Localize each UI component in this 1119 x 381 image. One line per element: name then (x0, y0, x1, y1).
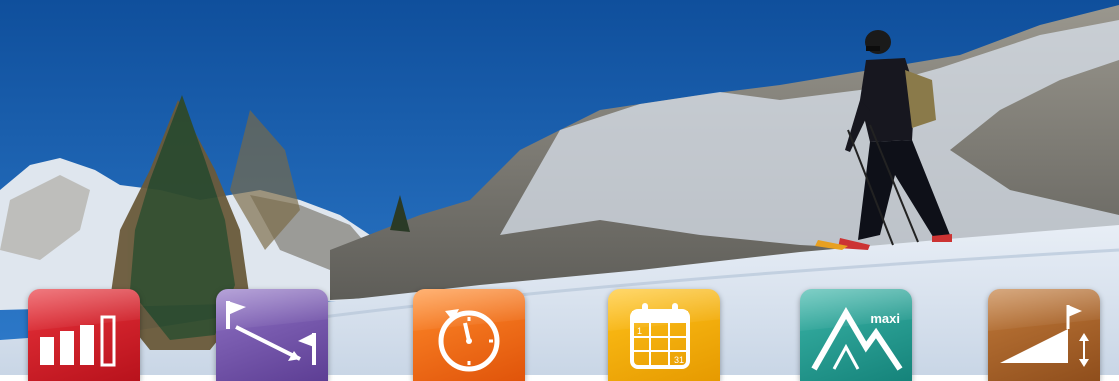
season-tile[interactable]: 1 31 (608, 289, 720, 381)
elevation-gain-icon (1000, 305, 1089, 367)
stopwatch-icon (438, 309, 500, 372)
calendar-day-first: 1 (637, 326, 642, 336)
elevation-gain-tile[interactable] (988, 289, 1100, 381)
altitude-tile[interactable]: maxi (800, 289, 912, 381)
duration-tile[interactable] (413, 289, 525, 381)
calendar-day-last: 31 (674, 355, 684, 365)
bar-chart-icon (40, 315, 116, 367)
mountain-icon (811, 307, 903, 371)
difficulty-tile[interactable] (28, 289, 140, 381)
hero-photo (0, 0, 1119, 375)
route-flags-icon (226, 301, 316, 365)
route-tile[interactable] (216, 289, 328, 381)
calendar-icon: 1 31 (630, 303, 690, 369)
altitude-label: maxi (870, 311, 900, 326)
